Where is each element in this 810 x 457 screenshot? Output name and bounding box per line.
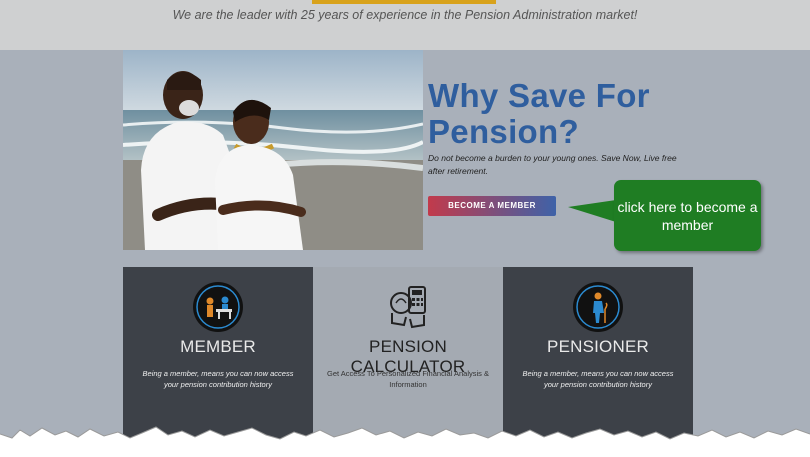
hero-title: Why Save For Pension?: [428, 77, 650, 150]
callout-text: click here to become a member: [617, 198, 758, 233]
callout-pointer: [568, 200, 616, 222]
hero-photo: [123, 50, 423, 250]
callout-bubble: click here to become a member: [614, 180, 761, 251]
member-icon: [192, 281, 244, 333]
torn-edge: [0, 426, 810, 457]
card-pensioner-description: Being a member, means you can now access…: [522, 369, 674, 389]
card-pensioner-title: PENSIONER: [547, 337, 649, 356]
top-accent-line: [312, 0, 496, 4]
card-calculator-description: Get Access To Personalized Financial Ana…: [326, 369, 490, 389]
pensioner-icon: [572, 281, 624, 333]
become-member-button[interactable]: BECOME A MEMBER: [428, 196, 556, 216]
card-member-title: MEMBER: [180, 337, 256, 356]
hero-description: Do not become a burden to your young one…: [428, 153, 677, 176]
card-member-description: Being a member, means you can now access…: [142, 369, 294, 389]
tagline: We are the leader with 25 years of exper…: [172, 8, 638, 22]
calculator-icon: [382, 281, 434, 333]
